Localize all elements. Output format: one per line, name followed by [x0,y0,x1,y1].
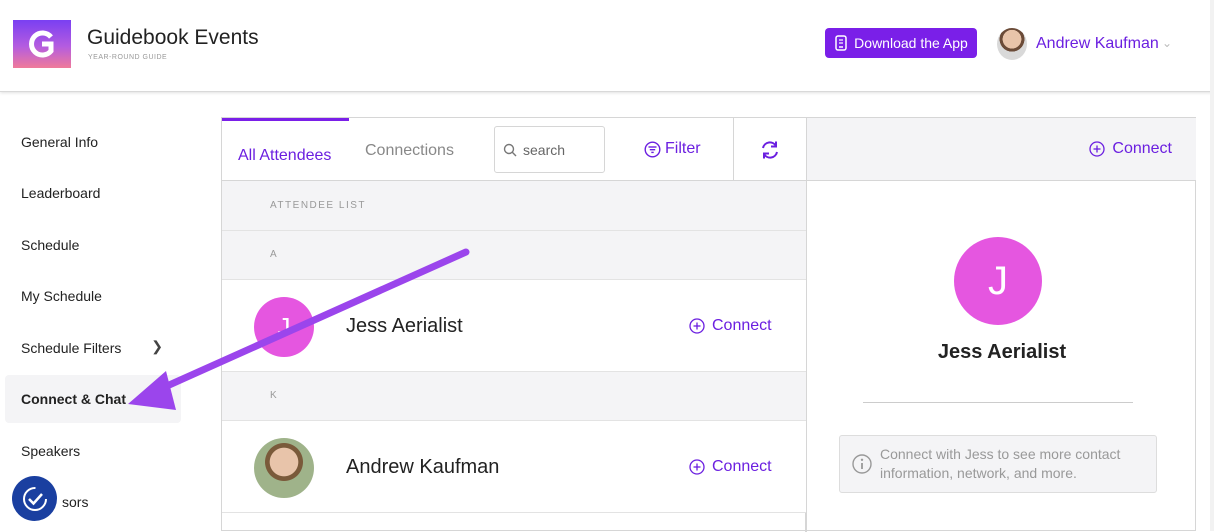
detail-avatar: J [954,237,1042,325]
sidebar-item-label: General Info [21,134,99,150]
accessibility-widget-button[interactable] [12,476,57,521]
filter-icon [644,140,661,158]
refresh-button[interactable] [733,118,806,181]
app-title: Guidebook Events [87,26,259,49]
search-placeholder: search [523,141,566,158]
sidebar-item-my-schedule[interactable]: My Schedule [5,272,181,320]
list-item[interactable]: J Jess Aerialist Connect [222,280,806,372]
app-subtitle: YEAR-ROUND GUIDE [88,54,168,61]
attendee-list-header: ATTENDEE LIST [222,181,806,231]
download-app-button[interactable]: Download the App [825,28,977,58]
phone-icon [835,35,847,51]
connect-label: Connect [712,458,772,475]
attendee-list-title: ATTENDEE LIST [270,200,366,211]
detail-connect-label: Connect [1112,140,1172,157]
sidebar-item-general-info[interactable]: General Info [5,118,181,166]
info-icon [852,454,872,474]
user-name[interactable]: Andrew Kaufman [1036,35,1159,53]
attendee-initial: J [277,311,291,342]
guidebook-logo[interactable] [13,20,71,68]
tab-all-attendees-label: All Attendees [238,147,332,164]
tab-connections[interactable]: Connections [365,142,454,160]
attendee-detail: J Jess Aerialist Connect with Jess to se… [806,181,1196,532]
list-item[interactable]: Andrew Kaufman Connect [222,421,806,513]
section-letter: A [222,231,806,280]
sidebar-item-schedule-filters[interactable]: Schedule Filters ❯ [5,324,181,372]
page-scrollbar[interactable] [1210,0,1214,531]
plus-circle-icon [1089,141,1106,157]
sidebar-item-label: Speakers [21,443,81,459]
sidebar-item-label: sors [62,494,89,510]
sidebar-item-label: My Schedule [21,288,102,304]
filter-button[interactable]: Filter [644,140,701,158]
attendee-name: Jess Aerialist [346,315,463,337]
sidebar-item-label: Schedule Filters [21,340,122,356]
sidebar-item-schedule[interactable]: Schedule [5,221,181,269]
sidebar-item-speakers[interactable]: Speakers [5,427,181,475]
section-letter-label: A [270,249,277,260]
sidebar-item-label: Schedule [21,237,80,253]
download-app-label: Download the App [854,35,968,51]
attendee-avatar: J [254,297,314,357]
detail-initial: J [988,258,1008,303]
detail-connect-button[interactable]: Connect [1089,140,1172,158]
guidebook-logo-icon [29,30,54,58]
attendee-avatar [254,438,314,498]
search-icon [503,143,517,156]
sidebar-item-label: Leaderboard [21,185,101,201]
divider [863,402,1133,403]
sidebar-item-connect-chat[interactable]: Connect & Chat [5,375,181,423]
connect-button[interactable]: Connect [689,317,772,335]
info-box: Connect with Jess to see more contact in… [839,435,1157,493]
filter-label: Filter [665,140,701,157]
detail-name: Jess Aerialist [937,341,1067,363]
accessibility-check-icon [22,486,47,511]
refresh-icon [762,140,778,159]
tab-all-attendees[interactable]: All Attendees [222,118,349,181]
user-avatar[interactable] [997,28,1027,60]
connect-label: Connect [712,317,772,334]
sidebar-item-label: Connect & Chat [21,391,126,407]
attendees-panel: All Attendees Connections search Filter [221,117,1196,532]
section-letter: K [222,372,806,421]
detail-header: Connect [806,118,1196,181]
section-letter-label: K [270,390,277,401]
search-input[interactable]: search [494,126,605,173]
chevron-down-icon[interactable]: ⌄ [1162,36,1172,50]
attendee-list: ATTENDEE LIST A J Jess Aerialist Connect… [222,181,806,532]
sidebar-item-leaderboard[interactable]: Leaderboard [5,169,181,217]
app-header: Guidebook Events YEAR-ROUND GUIDE Downlo… [0,0,1214,92]
connect-button[interactable]: Connect [689,458,772,476]
info-text: Connect with Jess to see more contact in… [880,446,1121,481]
attendee-name: Andrew Kaufman [346,456,500,478]
plus-circle-icon [689,318,705,334]
attendee-tabbar: All Attendees Connections search Filter [222,118,806,181]
plus-circle-icon [689,459,705,475]
chevron-right-icon: ❯ [151,338,163,354]
